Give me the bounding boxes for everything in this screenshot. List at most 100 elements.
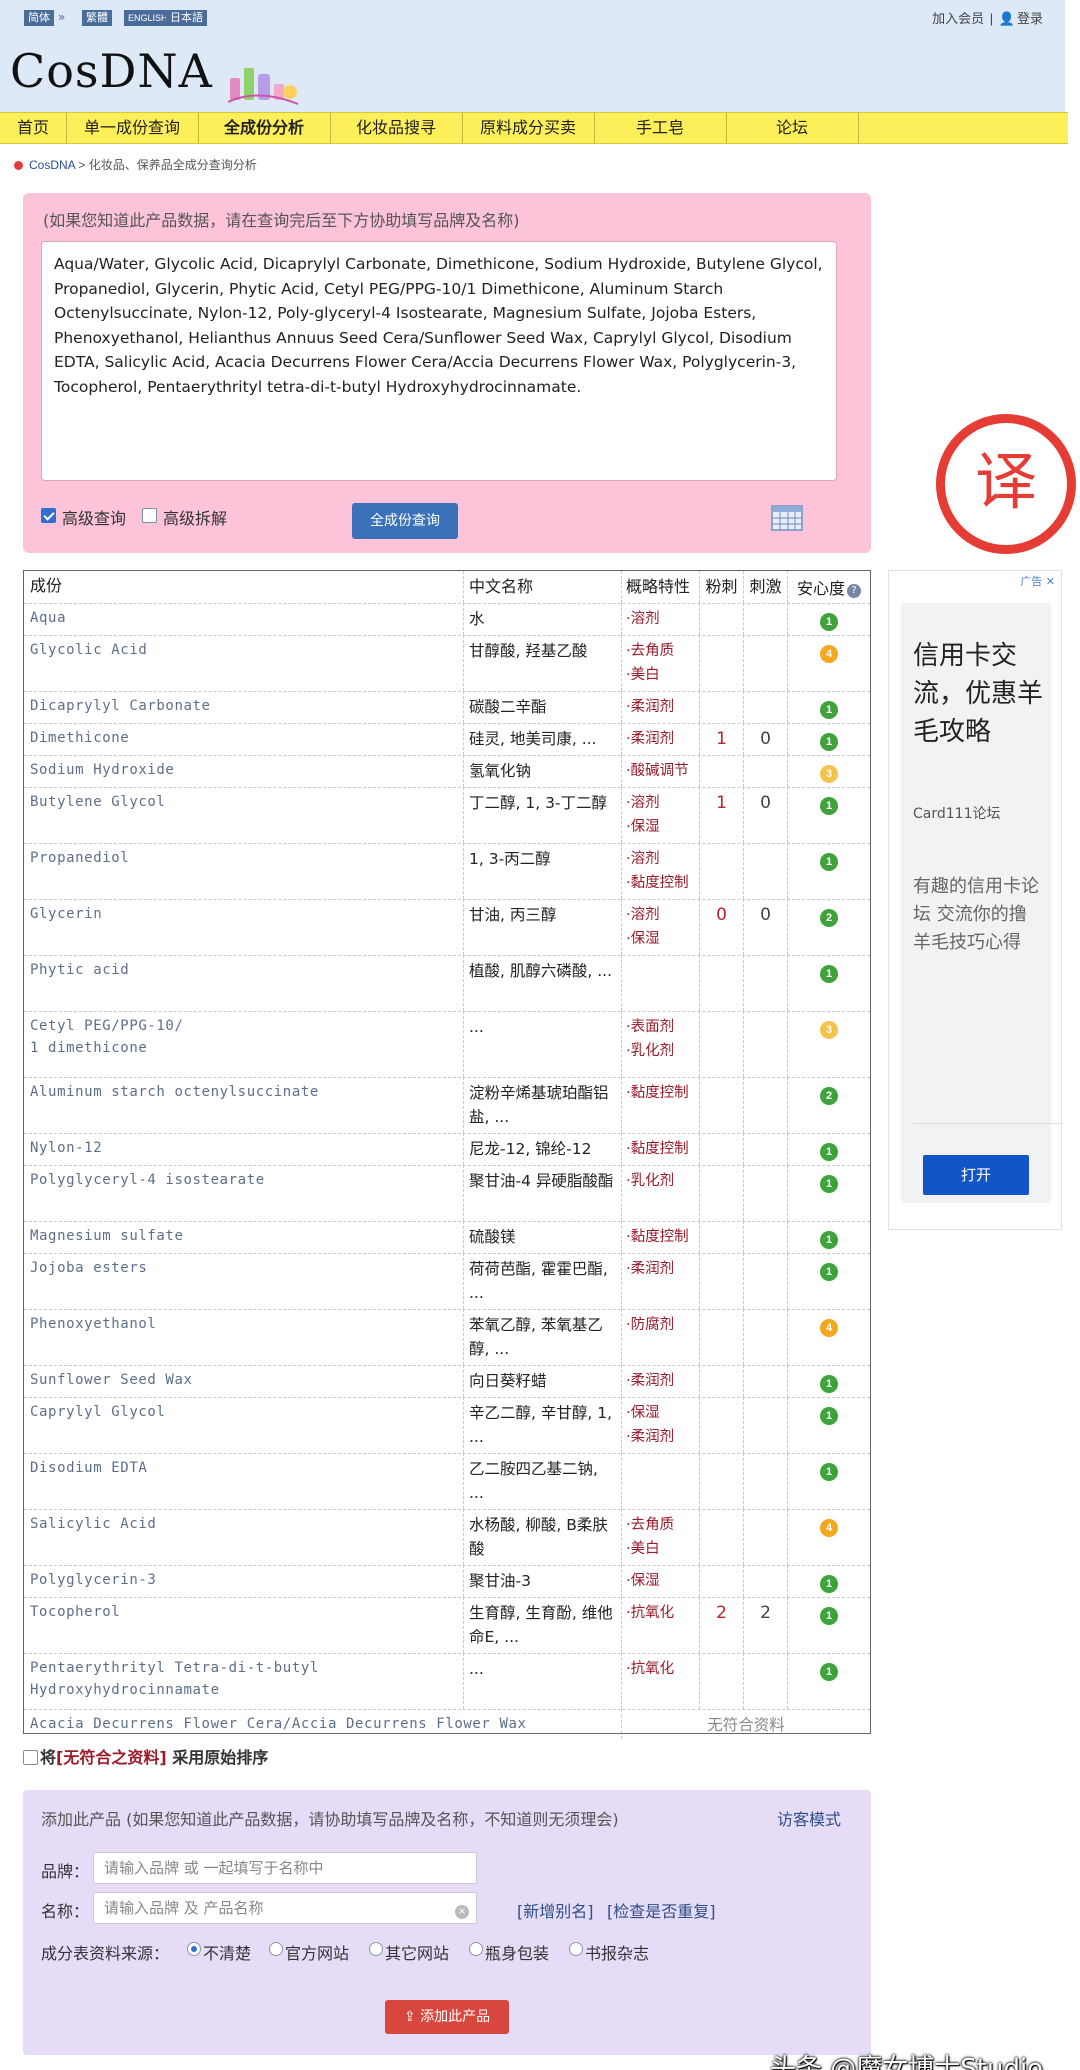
safety-badge[interactable]: 1 [820,1663,838,1681]
ingredient-name[interactable]: Aqua [24,603,464,635]
nav-single-ingredient[interactable]: 单一成份查询 [66,113,199,143]
safety-badge[interactable]: 4 [820,1319,838,1337]
guest-mode-link[interactable]: 访客模式 [777,1806,841,1830]
function-tag[interactable]: 保湿 [626,927,695,951]
ingredient-name[interactable]: Dicaprylyl Carbonate [24,691,464,723]
breadcrumb-home[interactable]: CosDNA [29,158,75,172]
safety-badge[interactable]: 1 [820,701,838,719]
ingredient-name[interactable]: Phenoxyethanol [24,1309,464,1365]
safety-badge[interactable]: 1 [820,965,838,983]
sort-original-checkbox[interactable] [23,1750,38,1765]
safety-badge[interactable]: 1 [820,1607,838,1625]
ingredient-name[interactable]: Tocopherol [24,1597,464,1653]
ingredient-name[interactable]: Dimethicone [24,723,464,755]
function-tag[interactable]: 黏度控制 [626,871,695,895]
ingredient-name[interactable]: Magnesium sulfate [24,1221,464,1253]
full-query-button[interactable]: 全成份查询 [352,503,458,539]
login-link[interactable]: 登录 [1017,11,1043,26]
nav-cosmetic-search[interactable]: 化妆品搜寻 [330,113,463,143]
nav-full-analysis[interactable]: 全成份分析 [198,113,331,143]
safety-badge[interactable]: 1 [820,613,838,631]
ad-tag[interactable]: 广告 ✕ [1020,573,1055,589]
ingredient-name[interactable]: Polyglyceryl-4 isostearate [24,1165,464,1221]
ingredient-name[interactable]: Aluminum starch octenylsuccinate [24,1077,464,1133]
clear-icon[interactable]: × [455,1905,469,1919]
safety-badge[interactable]: 2 [820,909,838,927]
lang-english[interactable]: ENGLISH [124,10,172,26]
advanced-query-checkbox[interactable] [41,508,56,523]
ingredient-name[interactable]: Salicylic Acid [24,1509,464,1565]
ingredient-name[interactable]: Butylene Glycol [24,787,464,843]
function-tag[interactable]: 柔润剂 [626,1369,695,1393]
source-radio-official[interactable] [269,1942,283,1956]
safety-badge[interactable]: 1 [820,733,838,751]
ingredient-name[interactable]: Phytic acid [24,955,464,1011]
nav-forum[interactable]: 论坛 [726,113,859,143]
safety-badge[interactable]: 1 [820,1263,838,1281]
function-tag[interactable]: 柔润剂 [626,1425,695,1449]
function-tag[interactable]: 柔润剂 [626,727,695,751]
function-tag[interactable]: 表面剂 [626,1015,695,1039]
check-duplicate-link[interactable]: [检查是否重复] [607,1898,716,1922]
translate-icon[interactable]: 译 [936,414,1076,554]
function-tag[interactable]: 保湿 [626,1569,695,1593]
function-tag[interactable]: 保湿 [626,1401,695,1425]
safety-badge[interactable]: 1 [820,853,838,871]
lang-japanese[interactable]: 日本語 [166,10,207,26]
source-radio-other-site[interactable] [369,1942,383,1956]
function-tag[interactable]: 抗氧化 [626,1657,695,1681]
ingredient-name[interactable]: Disodium EDTA [24,1453,464,1509]
function-tag[interactable]: 柔润剂 [626,1257,695,1281]
nav-raw-materials[interactable]: 原料成分买卖 [462,113,595,143]
safety-badge[interactable]: 1 [820,1575,838,1593]
lang-traditional[interactable]: 繁體 [82,10,112,26]
ad-card[interactable]: 信用卡交流，优惠羊毛攻略 Card111论坛 有趣的信用卡论坛 交流你的撸羊毛技… [901,603,1063,1203]
ingredient-name[interactable]: Sunflower Seed Wax [24,1365,464,1397]
function-tag[interactable]: 抗氧化 [626,1601,695,1625]
ingredient-name[interactable]: Sodium Hydroxide [24,755,464,787]
function-tag[interactable]: 乳化剂 [626,1169,695,1193]
ingredient-name[interactable]: Propanediol [24,843,464,899]
help-icon[interactable]: ? [847,584,861,598]
safety-badge[interactable]: 2 [820,1087,838,1105]
lang-simplified[interactable]: 简体 [24,10,54,26]
ad-close-icon[interactable]: ✕ [1046,575,1055,588]
function-tag[interactable]: 美白 [626,663,695,687]
safety-badge[interactable]: 3 [820,765,838,783]
source-radio-package[interactable] [469,1942,483,1956]
ingredient-name[interactable]: Nylon-12 [24,1133,464,1165]
table-view-icon[interactable] [771,505,803,531]
site-logo[interactable]: CosDNA [10,44,213,98]
ingredient-name[interactable]: Glycerin [24,899,464,955]
nav-home[interactable]: 首页 [0,113,67,143]
function-tag[interactable]: 柔润剂 [626,695,695,719]
function-tag[interactable]: 溶剂 [626,791,695,815]
add-product-button[interactable]: ⇪ 添加此产品 [385,2000,509,2034]
safety-badge[interactable]: 1 [820,1463,838,1481]
ingredient-name[interactable]: Polyglycerin-3 [24,1565,464,1597]
safety-badge[interactable]: 1 [820,1231,838,1249]
function-tag[interactable]: 溶剂 [626,607,695,631]
ingredient-name[interactable]: Pentaerythrityl Tetra-di-t-butyl Hydroxyh… [24,1653,464,1709]
source-radio-unknown[interactable] [187,1942,201,1956]
safety-badge[interactable]: 4 [820,645,838,663]
function-tag[interactable]: 黏度控制 [626,1225,695,1249]
ingredient-name[interactable]: Caprylyl Glycol [24,1397,464,1453]
safety-badge[interactable]: 1 [820,1407,838,1425]
add-alias-link[interactable]: [新增别名] [517,1898,594,1922]
ingredient-name[interactable]: Jojoba esters [24,1253,464,1309]
join-member-link[interactable]: 加入会员 [932,11,984,26]
function-tag[interactable]: 酸碱调节 [626,759,695,783]
safety-badge[interactable]: 1 [820,1143,838,1161]
source-radio-magazine[interactable] [569,1942,583,1956]
function-tag[interactable]: 去角质 [626,639,695,663]
name-input[interactable]: 请输入品牌 及 产品名称 [93,1892,477,1924]
safety-badge[interactable]: 1 [820,1175,838,1193]
function-tag[interactable]: 溶剂 [626,847,695,871]
safety-badge[interactable]: 4 [820,1519,838,1537]
function-tag[interactable]: 保湿 [626,815,695,839]
function-tag[interactable]: 防腐剂 [626,1313,695,1337]
ingredient-name[interactable]: Cetyl PEG/PPG-10/1 dimethicone [24,1011,464,1077]
ingredient-name[interactable]: Glycolic Acid [24,635,464,691]
function-tag[interactable]: 乳化剂 [626,1039,695,1063]
